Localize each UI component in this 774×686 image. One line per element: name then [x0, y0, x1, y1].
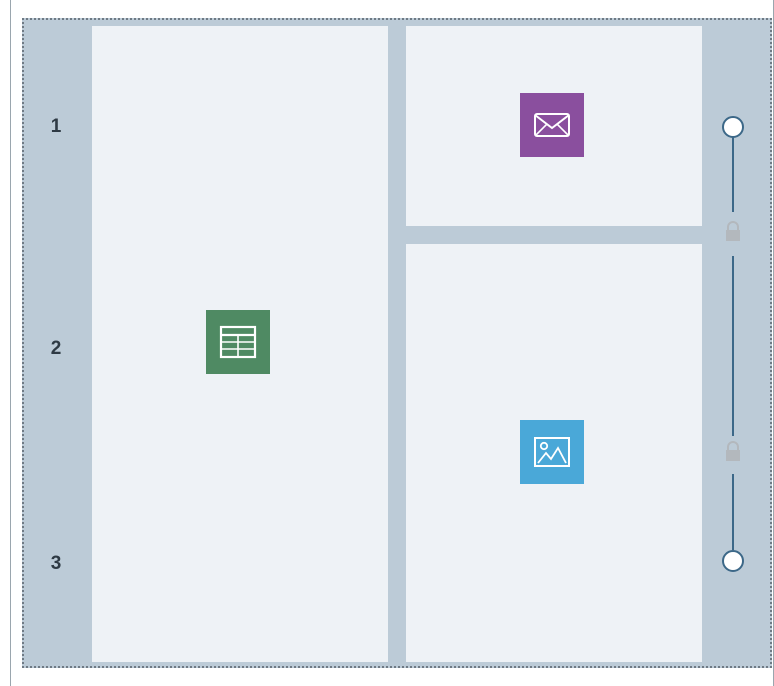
rail-handle-bottom[interactable] — [722, 550, 744, 572]
rail-segment-bottom — [732, 474, 734, 550]
row-label-1: 1 — [50, 116, 62, 137]
lock-icon[interactable] — [723, 440, 743, 464]
image-widget-tile[interactable] — [520, 420, 584, 484]
mail-icon — [534, 113, 570, 137]
top-right-panel[interactable] — [406, 26, 702, 226]
bottom-right-panel[interactable] — [406, 244, 702, 662]
lock-icon[interactable] — [723, 220, 743, 244]
rail-handle-top[interactable] — [722, 116, 744, 138]
row-label-3: 3 — [50, 553, 62, 574]
rail-segment-middle — [732, 256, 734, 436]
rail-segment-top — [732, 136, 734, 212]
mail-widget-tile[interactable] — [520, 93, 584, 157]
bottom-strip — [22, 668, 772, 686]
layout-canvas: 1 2 3 — [22, 18, 772, 668]
left-panel[interactable] — [92, 26, 388, 662]
row-label-2: 2 — [50, 338, 62, 359]
table-widget-tile[interactable] — [206, 310, 270, 374]
table-icon — [219, 325, 257, 359]
image-icon — [534, 437, 570, 467]
